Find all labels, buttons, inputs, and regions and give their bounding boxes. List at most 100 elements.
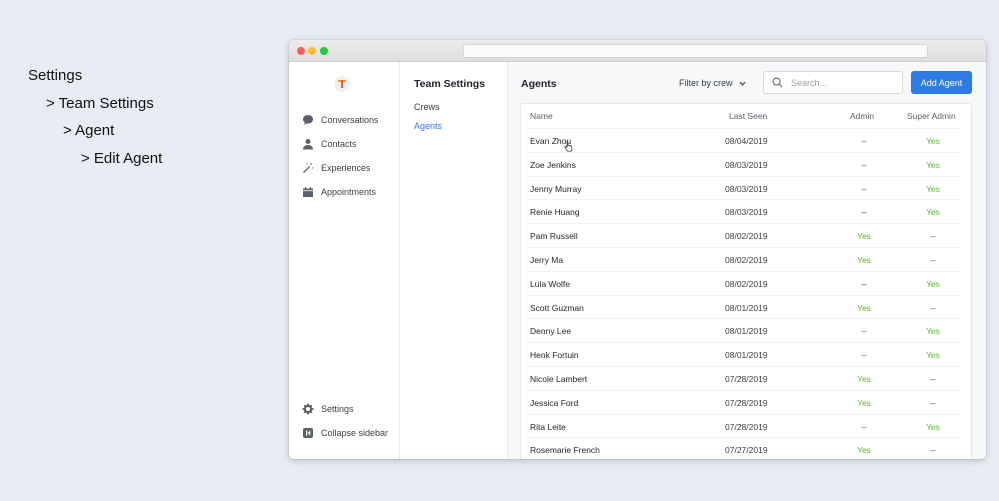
agent-last-seen: 08/02/2019: [725, 278, 768, 289]
table-row[interactable]: Henk Fortuin 08/01/2019 – Yes: [529, 342, 961, 366]
sidebar-item-contacts[interactable]: Contacts: [302, 136, 402, 152]
sidebar-item-conversations[interactable]: Conversations: [302, 112, 402, 128]
agent-admin-flag: Yes: [857, 397, 871, 408]
calendar-icon: [302, 186, 314, 198]
subnav-item-agents[interactable]: Agents: [414, 121, 442, 131]
agent-last-seen: 07/27/2019: [725, 445, 768, 456]
agent-super-admin-flag: Yes: [926, 159, 940, 170]
breadcrumb-edit-agent: > Edit Agent: [81, 150, 163, 167]
agent-super-admin-flag: –: [930, 255, 936, 265]
maximize-window-button[interactable]: [320, 47, 328, 55]
agent-name: Zoe Jenkins: [530, 159, 576, 170]
search-box[interactable]: [763, 71, 903, 94]
agent-name: Jerry Ma: [530, 255, 564, 265]
agent-name: Henk Fortuin: [530, 350, 579, 361]
agent-admin-flag: Yes: [857, 255, 871, 265]
agent-last-seen: 08/02/2019: [725, 231, 768, 242]
column-header-name[interactable]: Name: [530, 111, 553, 121]
agent-admin-flag: –: [861, 326, 867, 337]
agent-last-seen: 08/01/2019: [725, 350, 768, 361]
address-bar[interactable]: [463, 44, 928, 58]
agent-super-admin-flag: –: [930, 302, 936, 313]
agent-super-admin-flag: –: [930, 374, 936, 384]
table-row[interactable]: Jerry Ma 08/02/2019 Yes –: [529, 247, 961, 271]
breadcrumb-settings: Settings: [28, 67, 83, 84]
table-row[interactable]: Jenny Murray 08/03/2019 – Yes: [529, 175, 961, 200]
sidebar-item-settings[interactable]: Settings: [302, 401, 402, 417]
agent-super-admin-flag: –: [930, 231, 936, 242]
agent-last-seen: 07/28/2019: [725, 397, 768, 408]
magic-wand-icon: [302, 162, 314, 174]
agent-name: Pam Russell: [530, 231, 578, 242]
table-row[interactable]: Nicole Lambert 07/28/2019 Yes –: [529, 366, 961, 390]
agent-last-seen: 08/04/2019: [725, 136, 768, 146]
breadcrumb-agent: > Agent: [63, 122, 115, 139]
agent-last-seen: 08/02/2019: [725, 255, 768, 265]
table-row[interactable]: Evan Zhou 08/04/2019– Yes: [529, 128, 961, 152]
table-row[interactable]: Rosemarie French 07/27/2019 Yes –: [529, 437, 961, 459]
chat-bubble-icon: [302, 114, 314, 126]
agent-admin-flag: –: [861, 183, 867, 194]
agent-admin-flag: Yes: [857, 374, 871, 384]
collapse-icon: [302, 427, 314, 439]
sidebar-item-collapse[interactable]: Collapse sidebar: [302, 425, 402, 441]
agents-table: Name Last Seen Admin Super Admin Evan Zh…: [520, 103, 972, 459]
column-header-admin[interactable]: Admin: [850, 111, 874, 121]
agents-panel: Agents Filter by crew Add Agent Name Las…: [508, 62, 986, 459]
table-row[interactable]: Rita Leite 07/28/2019 – Yes: [529, 413, 961, 438]
app-window: Conversations Contacts Experiences Appoi…: [289, 40, 986, 459]
column-header-super-admin[interactable]: Super Admin: [907, 111, 956, 121]
search-input[interactable]: [791, 77, 891, 88]
logo-icon: [334, 76, 350, 92]
table-row[interactable]: Scott Guzman 08/01/2019 Yes –: [529, 294, 961, 319]
agent-name: Rosemarie French: [530, 445, 600, 456]
agent-super-admin-flag: Yes: [926, 278, 940, 289]
hand-cursor-icon: [564, 140, 573, 152]
chevron-down-icon: [738, 81, 746, 86]
agent-admin-flag: –: [861, 159, 867, 170]
page-title: Agents: [521, 78, 557, 90]
agent-admin-flag: –: [861, 421, 867, 432]
agent-admin-flag: Yes: [857, 231, 871, 242]
agent-admin-flag: Yes: [857, 445, 871, 456]
agent-super-admin-flag: –: [930, 445, 936, 456]
filter-label: Filter by crew: [679, 78, 733, 88]
agent-name: Lula Wolfe: [530, 278, 571, 289]
sidebar: Conversations Contacts Experiences Appoi…: [289, 62, 400, 459]
table-row[interactable]: Jessica Ford 07/28/2019 Yes –: [529, 389, 961, 414]
person-icon: [302, 138, 314, 150]
table-row[interactable]: Renie Huang 08/03/2019 – Yes: [529, 199, 961, 223]
table-row[interactable]: Pam Russell 08/02/2019 Yes –: [529, 223, 961, 247]
agent-super-admin-flag: Yes: [926, 421, 940, 432]
table-row[interactable]: Denny Lee 08/01/2019 – Yes: [529, 318, 961, 342]
agent-name: Renie Huang: [530, 207, 580, 218]
filter-by-crew-dropdown[interactable]: Filter by crew: [679, 78, 746, 88]
agent-super-admin-flag: Yes: [926, 207, 940, 218]
agent-last-seen: 07/28/2019: [725, 374, 768, 384]
agent-admin-flag: Yes: [857, 302, 871, 313]
team-settings-nav: Team Settings Crews Agents: [400, 62, 508, 459]
close-window-button[interactable]: [297, 47, 305, 55]
minimize-window-button[interactable]: [308, 47, 316, 55]
table-row[interactable]: Zoe Jenkins 08/03/2019 – Yes: [529, 151, 961, 176]
table-row[interactable]: Lula Wolfe 08/02/2019 – Yes: [529, 270, 961, 295]
window-titlebar: [289, 40, 986, 62]
sidebar-item-experiences[interactable]: Experiences: [302, 160, 402, 176]
agent-super-admin-flag: Yes: [926, 183, 940, 194]
agent-super-admin-flag: Yes: [926, 350, 940, 361]
agent-admin-flag: –: [861, 207, 867, 218]
agent-name: Jenny Murray: [530, 183, 582, 194]
subnav-item-crews[interactable]: Crews: [414, 102, 440, 112]
agent-name: Denny Lee: [530, 326, 572, 337]
agent-super-admin-flag: –: [930, 397, 936, 408]
agent-admin-flag: –: [861, 136, 867, 146]
sidebar-item-appointments[interactable]: Appointments: [302, 184, 402, 200]
agent-last-seen: 07/28/2019: [725, 421, 768, 432]
agent-super-admin-flag: Yes: [926, 326, 940, 337]
table-header: Name Last Seen Admin Super Admin: [521, 104, 971, 128]
column-header-last-seen[interactable]: Last Seen: [729, 111, 767, 121]
agent-last-seen: 08/03/2019: [725, 159, 768, 170]
add-agent-button[interactable]: Add Agent: [911, 71, 972, 94]
agent-last-seen: 08/03/2019: [725, 207, 768, 218]
agent-last-seen: 08/01/2019: [725, 326, 768, 337]
